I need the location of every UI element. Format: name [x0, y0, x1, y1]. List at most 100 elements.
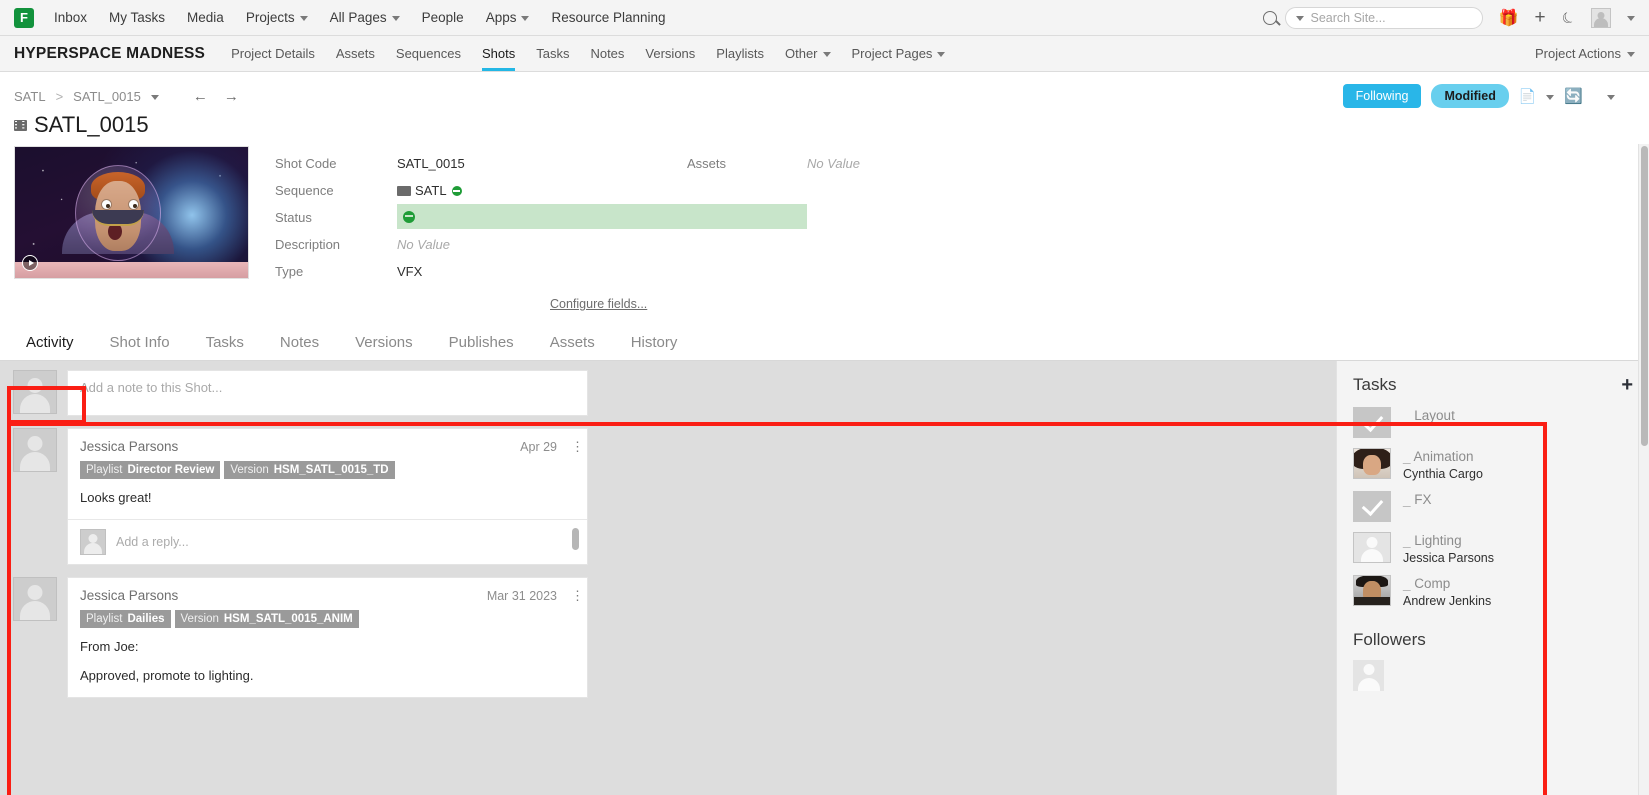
- tab-assets[interactable]: Assets: [336, 36, 375, 71]
- tab-playlists[interactable]: Playlists: [716, 36, 764, 71]
- list-item[interactable]: _ Animation Cynthia Cargo: [1353, 448, 1633, 481]
- tab-shots[interactable]: Shots: [482, 36, 515, 71]
- global-nav-items: Inbox My Tasks Media Projects All Pages …: [54, 10, 666, 25]
- tab-project-details-label: Project Details: [231, 46, 315, 61]
- note-body-text: Looks great!: [68, 481, 587, 519]
- task-name[interactable]: _ Animation: [1403, 449, 1483, 464]
- tab-publishes[interactable]: Publishes: [431, 334, 532, 360]
- task-name[interactable]: _ Lighting: [1403, 533, 1494, 548]
- nav-media[interactable]: Media: [187, 10, 224, 25]
- tab-other[interactable]: Other: [785, 36, 831, 71]
- task-name[interactable]: _ FX: [1403, 492, 1432, 507]
- field-value-type[interactable]: VFX: [397, 258, 687, 285]
- chevron-down-icon[interactable]: [150, 94, 159, 100]
- task-assignee[interactable]: Cynthia Cargo: [1403, 467, 1483, 481]
- tab-tasks[interactable]: Tasks: [188, 334, 262, 360]
- note-author[interactable]: Jessica Parsons: [80, 588, 178, 603]
- modified-badge[interactable]: Modified: [1431, 84, 1509, 108]
- nav-people[interactable]: People: [422, 10, 464, 25]
- more-options-icon[interactable]: ⋮: [571, 440, 584, 453]
- avatar: [13, 577, 57, 621]
- field-value-shot-code[interactable]: SATL_0015: [397, 150, 687, 177]
- tab-history[interactable]: History: [613, 334, 696, 360]
- status-badge[interactable]: [397, 204, 807, 229]
- scrollbar-thumb[interactable]: [572, 528, 579, 550]
- site-search[interactable]: Search Site...: [1262, 6, 1483, 29]
- breadcrumb-current[interactable]: SATL_0015: [73, 89, 141, 104]
- nav-apps[interactable]: Apps: [486, 10, 530, 25]
- tab-tasks[interactable]: Tasks: [536, 36, 569, 71]
- field-value-assets[interactable]: No Value: [807, 150, 1635, 177]
- shot-thumbnail[interactable]: [14, 146, 249, 279]
- tab-activity[interactable]: Activity: [14, 334, 92, 360]
- tab-sequences-label: Sequences: [395, 46, 461, 61]
- version-tag[interactable]: Version HSM_SATL_0015_ANIM: [174, 610, 359, 628]
- forward-arrow-icon[interactable]: →: [224, 88, 239, 105]
- task-info: _ Layout: [1403, 407, 1455, 423]
- add-task-button[interactable]: +: [1621, 375, 1633, 395]
- tab-sequences[interactable]: Sequences: [396, 36, 461, 71]
- entity-page: SATL > SATL_0015 ← → Following Modified …: [0, 72, 1649, 795]
- list-item[interactable]: _ Comp Andrew Jenkins: [1353, 575, 1633, 608]
- app-logo[interactable]: F: [14, 7, 34, 28]
- nav-projects[interactable]: Projects: [246, 10, 308, 25]
- tab-shot-info-label: Shot Info: [109, 334, 170, 351]
- note-card: Jessica Parsons Apr 29 ⋮ Playlist Direct…: [67, 428, 588, 565]
- page-scrollbar[interactable]: [1638, 144, 1649, 795]
- list-item[interactable]: _ FX: [1353, 491, 1633, 522]
- following-button[interactable]: Following: [1342, 84, 1422, 108]
- reply-composer[interactable]: Add a reply...: [68, 519, 587, 564]
- tab-notes[interactable]: Notes: [590, 36, 624, 71]
- field-value-description[interactable]: No Value: [397, 231, 687, 258]
- configure-fields-link[interactable]: Configure fields...: [550, 297, 647, 311]
- task-assignee[interactable]: Jessica Parsons: [1403, 551, 1494, 565]
- task-assignee[interactable]: Andrew Jenkins: [1403, 594, 1491, 608]
- task-name[interactable]: _ Layout: [1403, 408, 1455, 423]
- refresh-icon[interactable]: 🔄: [1564, 87, 1583, 105]
- chevron-down-icon[interactable]: [1546, 94, 1555, 100]
- tab-assets[interactable]: Assets: [532, 334, 613, 360]
- breadcrumb-root[interactable]: SATL: [14, 89, 46, 104]
- tab-playlists-label: Playlists: [716, 46, 764, 61]
- plus-icon[interactable]: +: [1534, 8, 1545, 27]
- project-actions-menu[interactable]: Project Actions: [1535, 46, 1635, 61]
- tab-project-pages[interactable]: Project Pages: [852, 36, 946, 71]
- note-author[interactable]: Jessica Parsons: [80, 439, 178, 454]
- version-tag[interactable]: Version HSM_SATL_0015_TD: [224, 461, 395, 479]
- search-input[interactable]: Search Site...: [1284, 6, 1483, 29]
- list-item[interactable]: _ Layout: [1353, 407, 1633, 438]
- tab-publishes-label: Publishes: [448, 334, 514, 351]
- scrollbar-thumb[interactable]: [1641, 146, 1648, 446]
- list-item: Jessica Parsons Apr 29 ⋮ Playlist Direct…: [13, 428, 588, 565]
- reply-input[interactable]: Add a reply...: [116, 535, 189, 549]
- add-note-input[interactable]: Add a note to this Shot...: [67, 370, 588, 416]
- field-value-sequence[interactable]: SATL: [397, 177, 687, 204]
- moon-icon[interactable]: ☾: [1558, 6, 1579, 28]
- user-avatar[interactable]: [1591, 7, 1611, 28]
- chevron-down-icon[interactable]: [1607, 94, 1615, 100]
- list-item[interactable]: _ Lighting Jessica Parsons: [1353, 532, 1633, 565]
- page-icon[interactable]: 📄: [1519, 88, 1536, 105]
- tab-notes[interactable]: Notes: [262, 334, 337, 360]
- project-tabs: Project Details Assets Sequences Shots T…: [231, 36, 946, 71]
- playlist-tag[interactable]: Playlist Dailies: [80, 610, 171, 628]
- tab-versions[interactable]: Versions: [337, 334, 431, 360]
- follower-avatar[interactable]: [1353, 660, 1384, 691]
- play-icon[interactable]: [22, 255, 38, 271]
- nav-all-pages[interactable]: All Pages: [330, 10, 400, 25]
- nav-inbox[interactable]: Inbox: [54, 10, 87, 25]
- task-name[interactable]: _ Comp: [1403, 576, 1491, 591]
- tab-shot-info[interactable]: Shot Info: [92, 334, 188, 360]
- nav-my-tasks[interactable]: My Tasks: [109, 10, 165, 25]
- playlist-tag[interactable]: Playlist Director Review: [80, 461, 221, 479]
- sequence-link[interactable]: SATL: [415, 183, 447, 198]
- task-info: _ Comp Andrew Jenkins: [1403, 575, 1491, 608]
- tab-versions[interactable]: Versions: [645, 36, 695, 71]
- gift-icon[interactable]: 🎁: [1499, 8, 1519, 28]
- chevron-down-icon[interactable]: [1627, 16, 1635, 21]
- back-arrow-icon[interactable]: ←: [193, 88, 208, 105]
- nav-resource-planning[interactable]: Resource Planning: [551, 10, 665, 25]
- chevron-down-icon[interactable]: [1295, 16, 1304, 21]
- tab-project-details[interactable]: Project Details: [231, 36, 315, 71]
- more-options-icon[interactable]: ⋮: [571, 589, 584, 602]
